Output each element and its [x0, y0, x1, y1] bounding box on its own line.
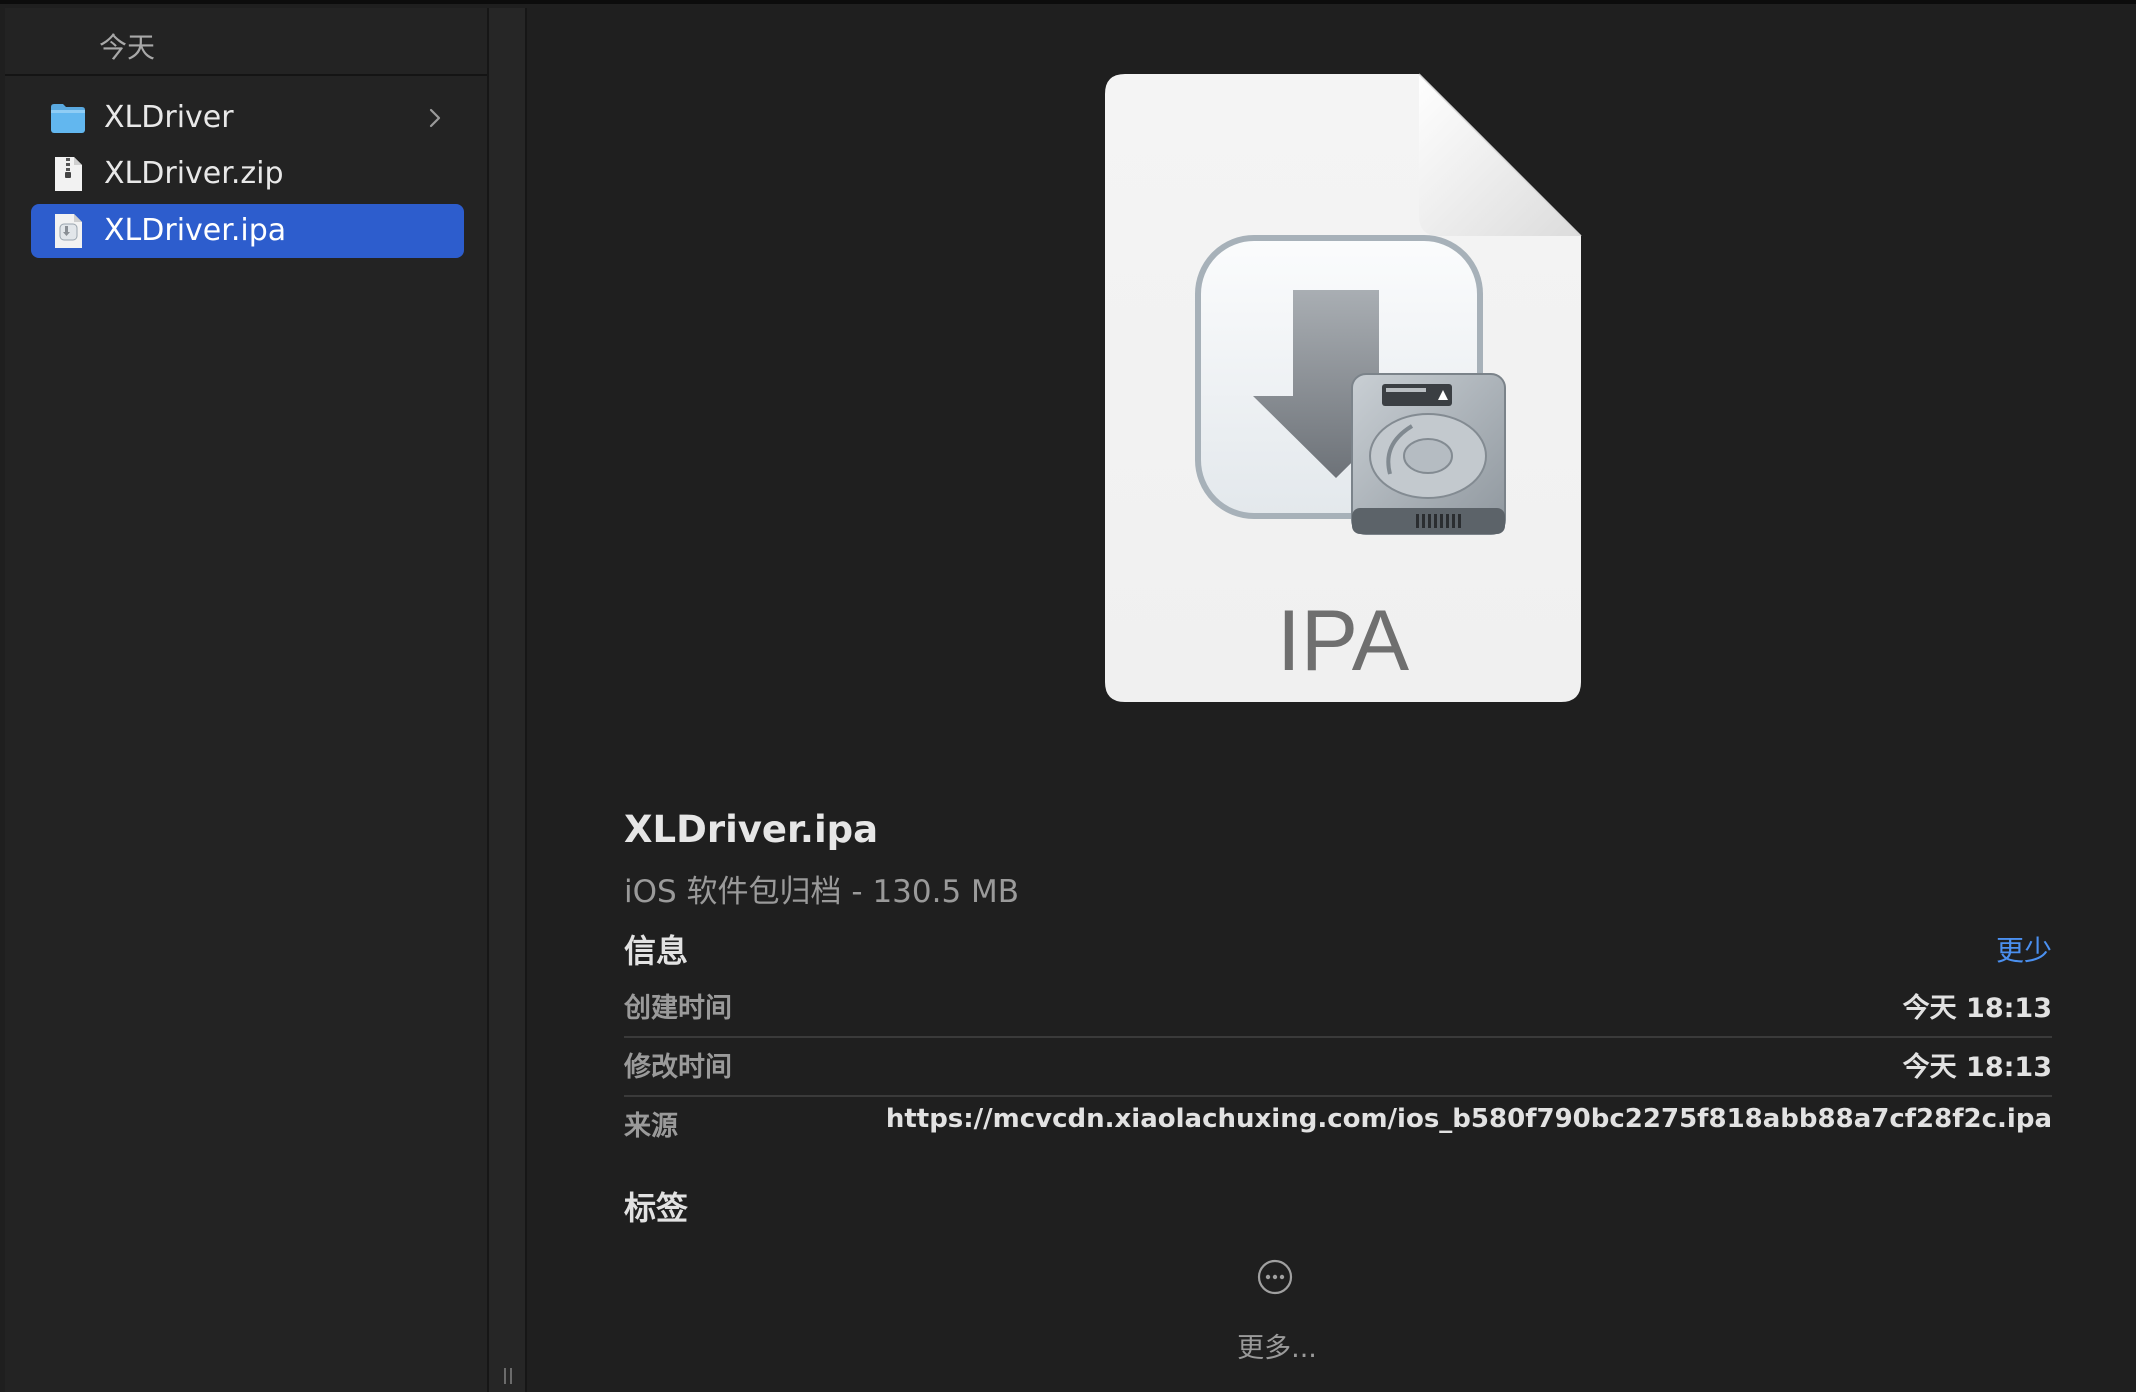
folder-icon: [51, 104, 85, 133]
info-row-created: 创建时间 今天 18:13: [624, 978, 2052, 1038]
resize-grip-icon[interactable]: [502, 1366, 514, 1386]
info-row-source: 来源 https://mcvcdn.xiaolachuxing.com/ios_…: [624, 1096, 2052, 1154]
file-row-xldriver-ipa[interactable]: XLDriver.ipa: [31, 204, 464, 258]
file-name: XLDriver.zip: [104, 156, 284, 191]
ipa-icon-label: IPA: [1277, 593, 1410, 689]
info-label: 创建时间: [624, 993, 732, 1024]
info-heading: 信息: [624, 932, 689, 970]
show-less-button[interactable]: 更少: [1996, 929, 2052, 969]
info-value: 今天 18:13: [1902, 1052, 2052, 1083]
source-url[interactable]: https://mcvcdn.xiaolachuxing.com/ios_b58…: [886, 1104, 2052, 1134]
ipa-document-icon: IPA: [1105, 73, 1582, 702]
ipa-file-icon: [55, 214, 82, 248]
column-header: 今天: [5, 8, 487, 76]
file-column[interactable]: 今天 XLDriver XLDriver.zip XLDriver.ipa: [5, 8, 489, 1392]
zip-file-icon: [55, 157, 82, 191]
info-label: 来源: [624, 1111, 678, 1142]
more-options-icon[interactable]: [1256, 1258, 1294, 1296]
info-label: 修改时间: [624, 1052, 732, 1083]
tags-heading: 标签: [624, 1189, 689, 1227]
column-section-title: 今天: [99, 31, 156, 64]
info-value: 今天 18:13: [1902, 993, 2052, 1024]
file-row-xldriver-folder[interactable]: XLDriver: [31, 91, 464, 145]
more-button-label[interactable]: 更多...: [1232, 1326, 1322, 1365]
info-row-modified: 修改时间 今天 18:13: [624, 1037, 2052, 1097]
file-row-xldriver-zip[interactable]: XLDriver.zip: [31, 147, 464, 201]
file-name: XLDriver.ipa: [104, 213, 287, 248]
file-name: XLDriver: [104, 100, 234, 135]
preview-pane: IPA XLDriver.ipa iOS 软件包归档 - 130.5 MB 信息…: [527, 8, 2136, 1392]
column-resize-splitter[interactable]: [489, 8, 527, 1392]
chevron-right-icon[interactable]: [424, 106, 446, 130]
finder-window: 今天 XLDriver XLDriver.zip XLDriver.ipa IP…: [0, 0, 2136, 1392]
file-title: XLDriver.ipa: [624, 808, 879, 851]
file-kind-size: iOS 软件包归档 - 130.5 MB: [624, 874, 1020, 910]
